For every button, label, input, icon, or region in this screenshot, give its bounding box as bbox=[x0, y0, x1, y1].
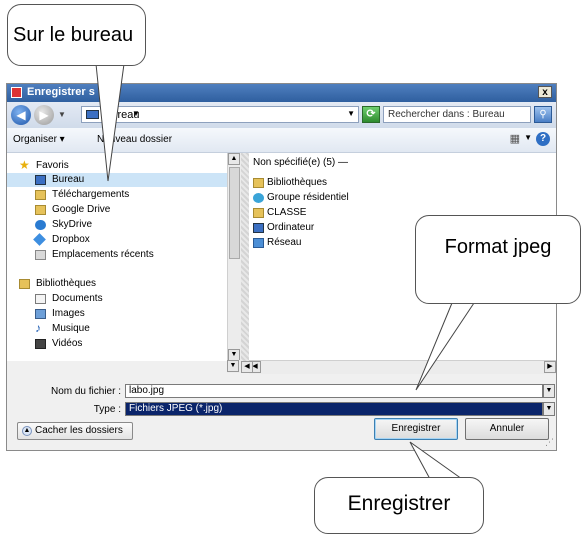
callout-tail-format bbox=[415, 302, 475, 391]
callout-format-text: Format jpeg bbox=[444, 236, 552, 258]
callout-desktop-text: Sur le bureau bbox=[13, 24, 134, 46]
callout-format: Format jpeg bbox=[415, 215, 581, 304]
callout-tail-desktop bbox=[95, 63, 125, 182]
callout-desktop: Sur le bureau bbox=[7, 4, 146, 66]
callout-save: Enregistrer bbox=[314, 477, 484, 534]
callout-save-text: Enregistrer bbox=[347, 492, 451, 515]
callout-tail-save bbox=[409, 441, 463, 480]
